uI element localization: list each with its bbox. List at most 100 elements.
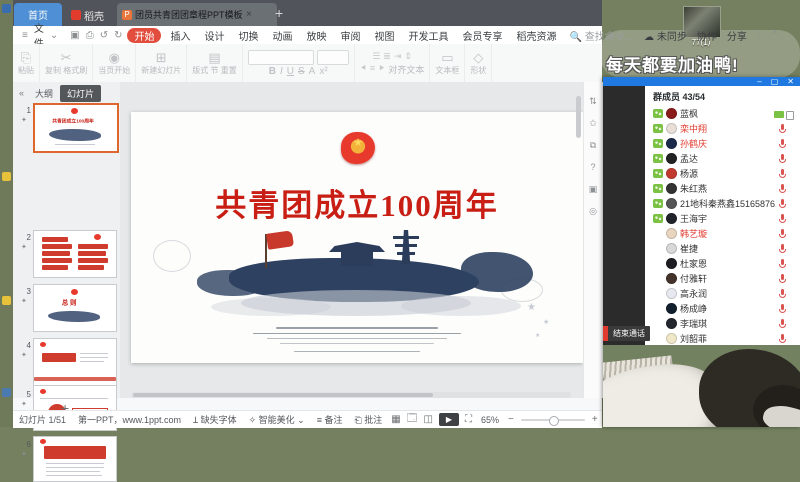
- member-row[interactable]: 21地科秦燕鑫15165876...: [645, 196, 800, 211]
- slide-thumbnail-6[interactable]: [33, 436, 117, 482]
- member-row[interactable]: 栾中翔: [645, 121, 800, 136]
- mic-muted-icon[interactable]: [779, 139, 786, 149]
- numbering-icon[interactable]: ≣: [383, 51, 391, 62]
- new-slide-button[interactable]: ⊞ 新建幻灯片: [136, 44, 187, 82]
- slide-thumbnail-3[interactable]: 总 则: [33, 284, 117, 332]
- comments-button[interactable]: ⎗ 批注: [348, 413, 388, 426]
- superscript-icon[interactable]: x²: [319, 66, 327, 77]
- line-spacing-icon[interactable]: ⇕: [404, 51, 412, 62]
- menu-item-设计[interactable]: 设计: [197, 28, 231, 43]
- member-row[interactable]: 王海宇: [645, 211, 800, 226]
- member-row[interactable]: 孙鹤庆: [645, 136, 800, 151]
- member-row[interactable]: 蓝枫: [645, 106, 800, 121]
- collapse-ribbon-icon[interactable]: ⌃: [768, 30, 782, 41]
- slide-sorter-icon[interactable]: 🗔: [404, 411, 421, 428]
- zoom-slider[interactable]: [521, 419, 585, 421]
- tab-outline[interactable]: 大纲: [28, 85, 60, 102]
- desktop-icon[interactable]: [2, 296, 11, 305]
- menu-item-视图[interactable]: 视图: [367, 28, 401, 43]
- align-right-icon[interactable]: ⯈: [378, 63, 385, 76]
- normal-view-icon[interactable]: ▦: [388, 414, 403, 425]
- collapse-panel-icon[interactable]: «: [13, 88, 28, 98]
- italic-button[interactable]: I: [280, 66, 283, 77]
- menu-item-稻壳资源[interactable]: 稻壳资源: [509, 28, 563, 43]
- tab-start[interactable]: 开始: [127, 28, 161, 43]
- font-name-select[interactable]: [248, 50, 314, 65]
- command-search[interactable]: 🔍 查找命令...: [563, 28, 639, 43]
- mic-muted-icon[interactable]: [779, 334, 786, 344]
- redo-icon[interactable]: ↻: [111, 30, 125, 41]
- slide-1[interactable]: ★ 共青团成立100周年: [131, 112, 583, 363]
- help-icon[interactable]: ?: [587, 162, 599, 172]
- slide-thumbnail-4[interactable]: [33, 338, 117, 386]
- member-row[interactable]: 刘韶菲: [645, 331, 800, 345]
- indent-icon[interactable]: ⇥: [394, 51, 402, 62]
- missing-font-warning[interactable]: Ʇ 缺失字体: [187, 413, 243, 426]
- bullets-icon[interactable]: ☰: [372, 51, 380, 62]
- notes-button[interactable]: ≡ 备注: [311, 413, 349, 426]
- reading-view-icon[interactable]: ◫: [421, 414, 436, 425]
- slide-thumbnail-2[interactable]: [33, 230, 117, 278]
- undo-icon[interactable]: ↺: [97, 30, 111, 41]
- menu-item-切换[interactable]: 切换: [231, 28, 265, 43]
- tab-docer[interactable]: 稻壳: [65, 6, 110, 24]
- menu-item-审阅[interactable]: 审阅: [333, 28, 367, 43]
- slide-title[interactable]: 共青团成立100周年: [131, 180, 583, 225]
- member-row[interactable]: 付雅轩: [645, 271, 800, 286]
- desktop-icon[interactable]: [2, 4, 11, 13]
- save-icon[interactable]: ▣: [67, 30, 82, 41]
- beautify-button[interactable]: ✧ 智能美化 ⌄: [243, 413, 311, 426]
- shape-button[interactable]: ◇ 形状: [465, 44, 492, 82]
- vertical-scroll-thumb[interactable]: [576, 96, 581, 138]
- member-row[interactable]: 崔捷: [645, 241, 800, 256]
- mic-muted-icon[interactable]: [779, 289, 786, 299]
- underline-button[interactable]: U: [287, 66, 294, 77]
- mic-muted-icon[interactable]: [779, 244, 786, 254]
- member-row[interactable]: 高永润: [645, 286, 800, 301]
- menu-item-开发工具[interactable]: 开发工具: [401, 28, 455, 43]
- tab-slides[interactable]: 幻灯片: [60, 85, 101, 102]
- layout-reset-group[interactable]: ▤ 版式 节 重置: [187, 44, 242, 82]
- strike-button[interactable]: S: [298, 66, 305, 77]
- desktop-icon[interactable]: [2, 172, 11, 181]
- zoom-out-icon[interactable]: −: [505, 414, 517, 425]
- image-tool-icon[interactable]: ▣: [587, 184, 599, 195]
- menu-item-放映[interactable]: 放映: [299, 28, 333, 43]
- copy-formatpainter-group[interactable]: ✂ 复制 格式刷: [40, 44, 93, 82]
- align-left-icon[interactable]: ⯇: [360, 63, 367, 76]
- editing-canvas[interactable]: ★ 共青团成立100周年: [120, 82, 583, 398]
- zoom-level[interactable]: 65%: [475, 415, 505, 425]
- more-icon[interactable]: ⋮: [752, 30, 768, 41]
- video-thumbnails-strip[interactable]: [603, 86, 645, 345]
- mic-muted-icon[interactable]: [779, 154, 786, 164]
- camera-speaker-icons[interactable]: [774, 109, 796, 119]
- member-row[interactable]: 朱红燕: [645, 181, 800, 196]
- settings-icon[interactable]: ◎: [587, 206, 599, 217]
- slide-thumbnail-1[interactable]: 共青团成立100周年: [33, 103, 119, 153]
- design-icon[interactable]: ⧉: [587, 140, 599, 151]
- bold-button[interactable]: B: [269, 66, 276, 77]
- new-tab-button[interactable]: +: [275, 5, 283, 21]
- zoom-knob[interactable]: [549, 416, 559, 426]
- share-button[interactable]: 分享: [722, 28, 752, 43]
- sync-status[interactable]: ☁ 未同步: [639, 28, 692, 43]
- align-center-icon[interactable]: ≡: [370, 63, 375, 76]
- textbox-button[interactable]: ▭ 文本框: [430, 44, 465, 82]
- font-color-icon[interactable]: A: [309, 66, 316, 77]
- menu-item-插入[interactable]: 插入: [163, 28, 197, 43]
- paste-button[interactable]: ⎘ 粘贴: [13, 44, 40, 82]
- mic-muted-icon[interactable]: [779, 274, 786, 284]
- mic-muted-icon[interactable]: [779, 124, 786, 134]
- font-size-select[interactable]: [317, 50, 349, 65]
- minimize-icon[interactable]: –: [757, 79, 761, 85]
- member-row[interactable]: 杨成峥: [645, 301, 800, 316]
- slideshow-play-button[interactable]: ▶: [439, 413, 459, 426]
- menu-item-会员专享[interactable]: 会员专享: [455, 28, 509, 43]
- animation-star-icon[interactable]: ✩: [587, 118, 599, 129]
- horizontal-scroll-thumb[interactable]: [133, 393, 433, 397]
- member-row[interactable]: 杜家恩: [645, 256, 800, 271]
- play-from-current-button[interactable]: ◉ 当页开始: [93, 44, 136, 82]
- tab-document[interactable]: P 团员共青团团章程PPT模板.pptx ×: [117, 3, 277, 26]
- member-row[interactable]: 韩艺璇: [645, 226, 800, 241]
- fullscreen-icon[interactable]: ⛶: [462, 414, 475, 425]
